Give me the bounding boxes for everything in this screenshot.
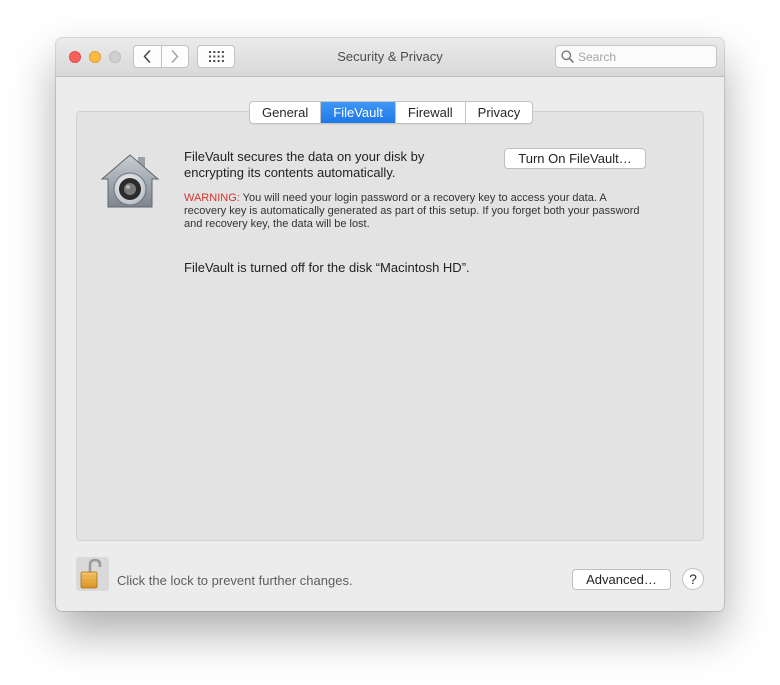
lock-description: Click the lock to prevent further change…: [117, 573, 353, 588]
chevron-right-icon: [171, 50, 179, 63]
tab-firewall[interactable]: Firewall: [394, 102, 465, 123]
advanced-button[interactable]: Advanced…: [572, 569, 671, 590]
help-button[interactable]: ?: [682, 568, 704, 590]
tab-general[interactable]: General: [250, 102, 320, 123]
tab-bar: General FileVault Firewall Privacy: [249, 101, 534, 124]
warning-label: WARNING:: [184, 192, 240, 204]
grid-icon: [208, 51, 224, 62]
close-button[interactable]: [69, 51, 81, 63]
warning-text: You will need your login password or a r…: [184, 192, 640, 230]
back-button[interactable]: [134, 46, 161, 67]
filevault-house-icon: [100, 154, 160, 208]
title-bar: Security & Privacy: [56, 38, 724, 77]
search-icon: [561, 50, 574, 63]
window-title: Security & Privacy: [337, 49, 443, 64]
zoom-button[interactable]: [109, 51, 121, 63]
show-all-button[interactable]: [197, 45, 235, 68]
filevault-warning: WARNING: You will need your login passwo…: [184, 192, 644, 231]
search-input[interactable]: [578, 48, 708, 65]
forward-button[interactable]: [160, 46, 189, 67]
lock-button[interactable]: [76, 557, 109, 591]
filevault-description: FileVault secures the data on your disk …: [184, 149, 425, 180]
navigation-buttons: [133, 45, 189, 68]
filevault-status: FileVault is turned off for the disk “Ma…: [184, 260, 470, 275]
security-privacy-window: Security & Privacy General FileVault Fir…: [56, 38, 724, 611]
unlocked-padlock-icon: [80, 558, 102, 589]
minimize-button[interactable]: [89, 51, 101, 63]
turn-on-filevault-button[interactable]: Turn On FileVault…: [504, 148, 646, 169]
search-field[interactable]: [555, 45, 717, 68]
tab-filevault[interactable]: FileVault: [320, 102, 395, 123]
chevron-left-icon: [143, 50, 151, 63]
tab-privacy[interactable]: Privacy: [464, 102, 533, 123]
